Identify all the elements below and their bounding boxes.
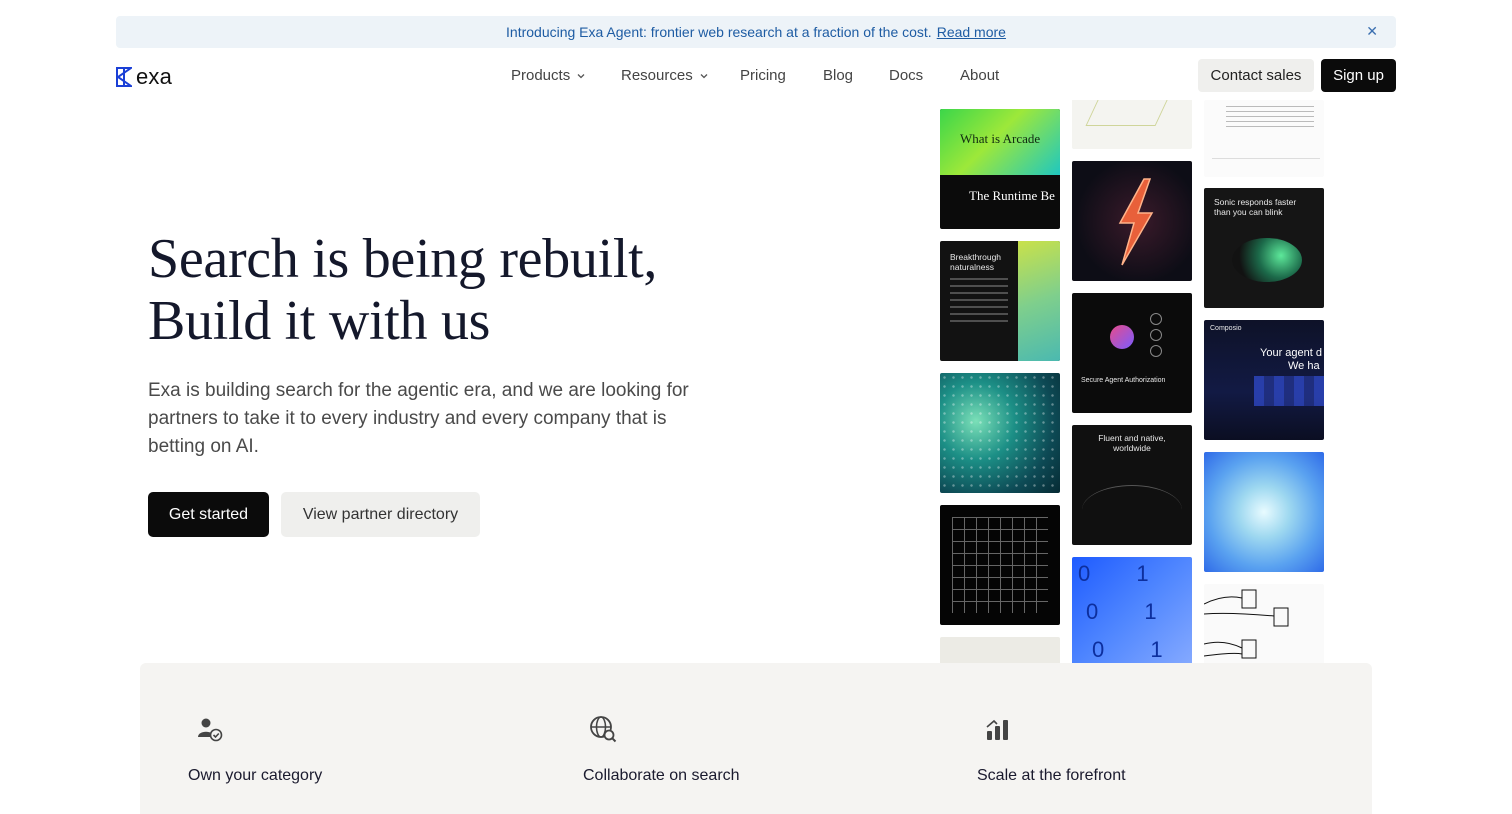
sign-up-button[interactable]: Sign up: [1321, 59, 1396, 92]
gallery-tile-sonic[interactable]: Sonic responds faster than you can blink: [1204, 188, 1324, 308]
nav-pricing-label: Pricing: [740, 67, 786, 84]
hero-title: Search is being rebuilt, Build it with u…: [148, 228, 788, 352]
nav-blog[interactable]: Blog: [823, 66, 889, 86]
lightning-icon: [1118, 178, 1154, 266]
gallery-tile-particles[interactable]: [940, 373, 1060, 493]
gallery-tile-digits[interactable]: 0 1 8 0 1 7 0 1: [1072, 557, 1192, 663]
chevron-down-icon: [700, 74, 708, 79]
circuit-diagram-icon: [1204, 589, 1289, 659]
logo[interactable]: exa: [116, 64, 172, 90]
nav-products[interactable]: Products: [511, 66, 621, 86]
view-partner-directory-button[interactable]: View partner directory: [281, 492, 480, 537]
nav-docs-label: Docs: [889, 67, 924, 84]
feature-scale-title: Scale at the forefront: [977, 767, 1126, 784]
feature-own-category: [196, 715, 224, 748]
exa-logo-icon: [116, 67, 132, 87]
feature-own-category-title: Own your category: [188, 767, 323, 784]
agent-title-2: We ha: [1288, 360, 1320, 372]
digits-row-2: 0 1 7: [1086, 599, 1192, 624]
feature-collaborate-title: Collaborate on search: [583, 767, 740, 784]
gallery-tile-abstract[interactable]: [1204, 452, 1324, 572]
nav-about[interactable]: About: [960, 66, 999, 86]
nav-products-label: Products: [511, 67, 571, 84]
banner-read-more-link[interactable]: Read more: [937, 24, 1006, 40]
gallery-tile-lightning[interactable]: [1072, 161, 1192, 281]
hero-title-line-2: Build it with us: [148, 290, 491, 352]
gallery-tile-sketch[interactable]: [1072, 100, 1192, 149]
fluent-title: Fluent and native, worldwide: [1098, 433, 1166, 453]
sonic-title: Sonic responds faster than you can blink: [1214, 197, 1297, 217]
gallery-tile-arcade[interactable]: What is Arcade The Runtime Be: [940, 109, 1060, 229]
get-started-button[interactable]: Get started: [148, 492, 269, 537]
close-icon[interactable]: ✕: [1366, 23, 1378, 40]
gallery-tile-light[interactable]: [940, 637, 1060, 663]
hero-title-line-1: Search is being rebuilt,: [148, 228, 658, 290]
logo-text: exa: [136, 64, 173, 89]
feature-collaborate: [589, 715, 617, 748]
nav-resources[interactable]: Resources: [621, 66, 740, 86]
nav-pricing[interactable]: Pricing: [740, 66, 823, 86]
agent-title: Your agent d: [1260, 347, 1322, 359]
gallery-tile-secure[interactable]: Secure Agent Authorization: [1072, 293, 1192, 413]
breakthrough-title: Breakthrough naturalness: [950, 252, 1002, 272]
users-check-icon: [198, 718, 223, 742]
gallery-tile-grid[interactable]: [940, 505, 1060, 625]
arcade-title: What is Arcade: [960, 131, 1041, 146]
gallery-tile-diagram[interactable]: [1204, 584, 1324, 663]
globe-search-icon: [590, 716, 617, 743]
chevron-down-icon: [577, 74, 585, 79]
bar-chart-icon: [986, 719, 1008, 740]
gallery-tile-doc[interactable]: [1204, 100, 1324, 177]
digits-row-3: 0 1: [1092, 637, 1183, 662]
features-section: Own your category Collaborate on search …: [140, 663, 1372, 814]
feature-scale: [984, 715, 1012, 748]
nav-about-label: About: [960, 67, 1000, 84]
gallery-tile-fluent[interactable]: Fluent and native, worldwide: [1072, 425, 1192, 545]
gallery-tile-breakthrough[interactable]: Breakthrough naturalness: [940, 241, 1060, 361]
announcement-banner: Introducing Exa Agent: frontier web rese…: [116, 16, 1396, 48]
arcade-subtitle: The Runtime Be: [969, 188, 1055, 203]
banner-text: Introducing Exa Agent: frontier web rese…: [506, 24, 932, 40]
composio-label: Composio: [1210, 325, 1242, 332]
hero-subtitle: Exa is building search for the agentic e…: [148, 380, 689, 457]
gallery-tile-agent[interactable]: Composio Your agent d We ha: [1204, 320, 1324, 440]
digits-row-1: 0 1 8: [1078, 561, 1192, 586]
nav-resources-label: Resources: [621, 67, 693, 84]
nav-docs[interactable]: Docs: [889, 66, 960, 86]
partner-gallery: What is Arcade The Runtime Be Breakthrou…: [940, 100, 1324, 663]
main-nav: Products Resources Pricing Blog Docs Abo…: [511, 66, 999, 86]
nav-blog-label: Blog: [823, 67, 854, 84]
contact-sales-button[interactable]: Contact sales: [1198, 59, 1314, 92]
secure-title: Secure Agent Authorization: [1081, 377, 1166, 384]
